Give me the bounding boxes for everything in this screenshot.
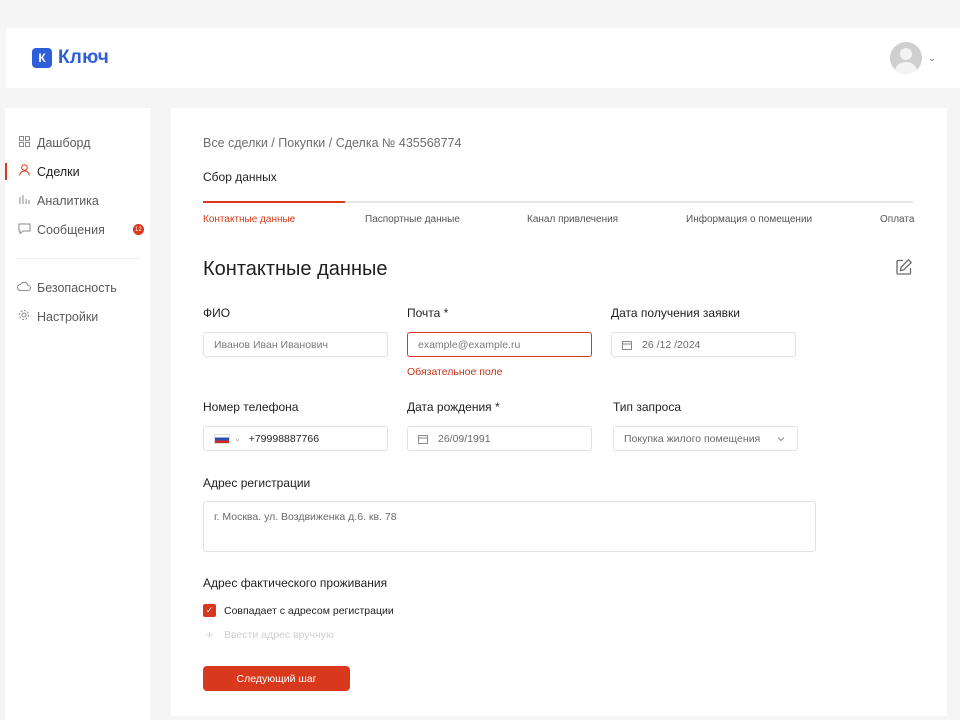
phone-label: Номер телефона	[203, 400, 299, 414]
user-icon	[17, 164, 31, 179]
sidebar-item-settings[interactable]: Настройки	[5, 302, 150, 331]
logo[interactable]: К Ключ	[32, 47, 109, 69]
reg-address-label: Адрес регистрации	[203, 476, 311, 490]
reg-address-textarea[interactable]: г. Москва. ул. Воздвиженка д.6. кв. 78	[203, 501, 816, 552]
birth-date-value: 26/09/1991	[438, 432, 491, 445]
user-menu[interactable]: ⌄	[889, 42, 936, 74]
logo-text: Ключ	[58, 47, 109, 68]
same-address-option[interactable]: ✓ Совпадает с адресом регистрации	[203, 604, 394, 617]
request-date-label: Дата получения заявки	[611, 306, 740, 320]
sidebar-item-analytics[interactable]: Аналитика	[5, 186, 150, 215]
manual-address-option[interactable]: + Ввести адрес вручную	[203, 627, 334, 642]
bar-chart-icon	[17, 194, 31, 208]
sidebar-item-dashboard[interactable]: Дашборд	[5, 128, 150, 157]
sidebar-divider	[17, 258, 140, 259]
step-passport-data[interactable]: Паспортные данные	[365, 214, 460, 225]
grid-icon	[17, 135, 31, 150]
same-address-label: Совпадает с адресом регистрации	[224, 604, 394, 617]
manual-address-label: Ввести адрес вручную	[224, 628, 334, 641]
tab-data-collection[interactable]: Сбор данных	[203, 170, 277, 184]
request-type-label: Тип запроса	[613, 400, 682, 414]
sidebar-item-label: Сделки	[37, 164, 80, 179]
sidebar-item-label: Сообщения	[37, 222, 105, 237]
sidebar-item-label: Настройки	[37, 309, 99, 324]
email-input[interactable]	[407, 332, 592, 357]
phone-value: +79998887766	[248, 432, 320, 445]
avatar[interactable]	[889, 42, 922, 74]
email-label: Почта *	[407, 306, 449, 320]
gear-icon	[17, 309, 31, 324]
message-icon	[17, 223, 31, 237]
calendar-icon	[622, 340, 632, 350]
top-bar: К Ключ ⌄	[6, 28, 960, 88]
plus-icon: +	[205, 627, 214, 642]
same-address-checkbox[interactable]: ✓	[203, 604, 216, 617]
sidebar-item-label: Аналитика	[37, 193, 99, 208]
birth-date-label: Дата рождения *	[407, 400, 500, 414]
next-step-button[interactable]: Следующий шаг	[203, 666, 350, 691]
step-contact-data[interactable]: Контактные данные	[203, 214, 295, 225]
breadcrumb[interactable]: Все сделки / Покупки / Сделка № 43556877…	[203, 136, 461, 150]
unread-badge: 12	[132, 224, 144, 235]
sidebar-item-messages[interactable]: Сообщения 12	[5, 215, 150, 244]
edit-icon[interactable]	[895, 258, 915, 278]
request-date-field[interactable]: 26 /12 /2024	[611, 332, 796, 357]
cloud-icon	[17, 281, 31, 294]
calendar-icon	[418, 434, 428, 444]
chevron-down-icon[interactable]: ⌄	[928, 53, 936, 64]
birth-date-field[interactable]: 26/09/1991	[407, 426, 592, 451]
logo-mark: К	[32, 48, 52, 68]
main-panel: Все сделки / Покупки / Сделка № 43556877…	[171, 108, 947, 716]
sidebar-item-deals[interactable]: Сделки	[5, 157, 150, 186]
sidebar-item-label: Дашборд	[37, 135, 91, 150]
fio-input[interactable]	[203, 332, 388, 357]
fio-label: ФИО	[203, 306, 231, 320]
step-property-info[interactable]: Информация о помещении	[686, 214, 812, 225]
russia-flag-icon[interactable]	[214, 433, 230, 444]
sidebar: Дашборд Сделки Аналитика Сообщения 12 Бе…	[5, 108, 150, 720]
form-title: Контактные данные	[203, 258, 388, 280]
chevron-down-icon	[777, 437, 785, 442]
request-date-value: 26 /12 /2024	[642, 338, 701, 351]
steps-progress-fill	[203, 201, 345, 203]
phone-field[interactable]: ⌄ +79998887766	[203, 426, 388, 451]
chevron-down-icon[interactable]: ⌄	[234, 434, 241, 443]
email-error-text: Обязательное поле	[407, 366, 503, 378]
step-acquisition-channel[interactable]: Канал привлечения	[527, 214, 618, 225]
request-type-value: Покупка жилого помещения	[624, 432, 761, 445]
step-payment[interactable]: Оплата	[880, 214, 914, 225]
actual-address-label: Адрес фактического проживания	[203, 576, 388, 590]
sidebar-item-security[interactable]: Безопасность	[5, 273, 150, 302]
sidebar-item-label: Безопасность	[37, 280, 117, 295]
request-type-select[interactable]: Покупка жилого помещения	[613, 426, 798, 451]
